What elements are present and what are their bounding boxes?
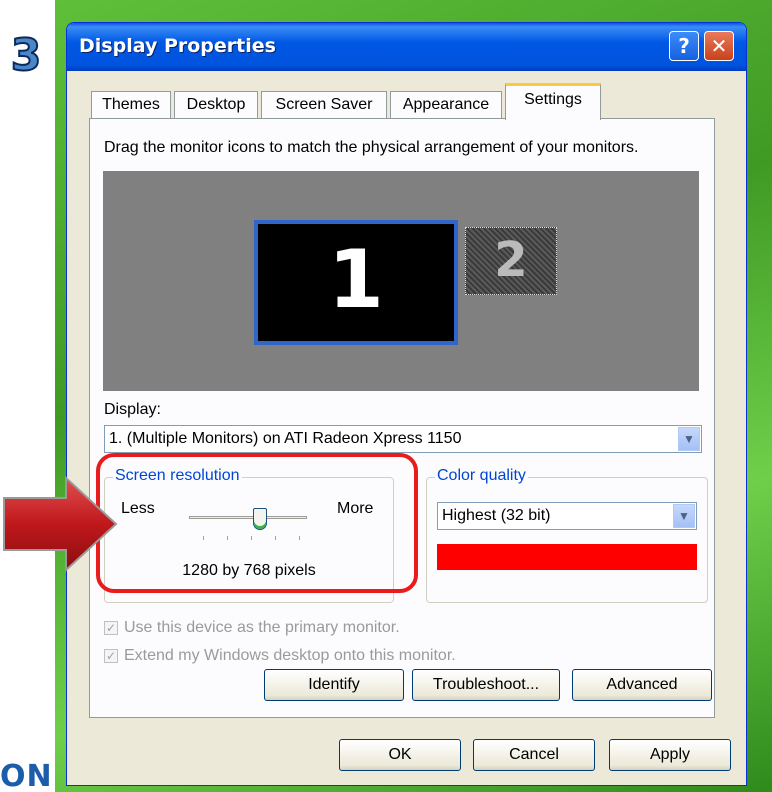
- title-bar[interactable]: Display Properties ? ✕: [67, 23, 746, 71]
- pointer-arrow-icon: [3, 476, 118, 572]
- primary-monitor-label: Use this device as the primary monitor.: [124, 619, 400, 636]
- display-label: Display:: [104, 401, 161, 418]
- primary-monitor-checkbox[interactable]: ✓: [104, 621, 118, 635]
- step-number: 3: [10, 29, 43, 82]
- chevron-down-icon[interactable]: ▼: [678, 427, 700, 451]
- window-title: Display Properties: [79, 35, 276, 57]
- color-spectrum-bar: [437, 544, 697, 570]
- color-quality-group: Color quality Highest (32 bit) ▼: [426, 467, 708, 603]
- settings-panel: Drag the monitor icons to match the phys…: [89, 118, 715, 718]
- identify-button[interactable]: Identify: [264, 669, 404, 701]
- display-dropdown[interactable]: 1. (Multiple Monitors) on ATI Radeon Xpr…: [104, 425, 702, 453]
- display-dropdown-value: 1. (Multiple Monitors) on ATI Radeon Xpr…: [109, 430, 462, 447]
- color-quality-value: Highest (32 bit): [442, 507, 551, 524]
- extend-desktop-checkbox[interactable]: ✓: [104, 649, 118, 663]
- chevron-down-icon[interactable]: ▼: [673, 504, 695, 528]
- monitor-2-label: 2: [494, 232, 528, 288]
- cancel-button[interactable]: Cancel: [473, 739, 595, 771]
- tab-settings[interactable]: Settings: [505, 83, 601, 120]
- advanced-button[interactable]: Advanced: [572, 669, 712, 701]
- monitor-arrangement-area: 1 2: [103, 171, 699, 391]
- monitor-2-icon[interactable]: 2: [465, 227, 557, 295]
- monitor-1-label: 1: [328, 233, 384, 326]
- monitor-1-icon[interactable]: 1: [254, 220, 458, 345]
- tab-desktop[interactable]: Desktop: [174, 91, 258, 118]
- color-quality-legend: Color quality: [435, 467, 528, 485]
- display-properties-window: Display Properties ? ✕ Themes Desktop Sc…: [66, 22, 747, 786]
- help-button[interactable]: ?: [669, 31, 699, 61]
- monitor-instruction: Drag the monitor icons to match the phys…: [104, 139, 639, 156]
- color-quality-dropdown[interactable]: Highest (32 bit) ▼: [437, 502, 697, 530]
- extend-desktop-label: Extend my Windows desktop onto this moni…: [124, 647, 456, 664]
- tab-appearance[interactable]: Appearance: [390, 91, 502, 118]
- brand-logo-fragment: ON: [0, 762, 53, 792]
- ok-button[interactable]: OK: [339, 739, 461, 771]
- apply-button[interactable]: Apply: [609, 739, 731, 771]
- screen-resolution-highlight: [96, 453, 418, 593]
- tab-screen-saver[interactable]: Screen Saver: [261, 91, 387, 118]
- tab-themes[interactable]: Themes: [91, 91, 171, 118]
- troubleshoot-button[interactable]: Troubleshoot...: [412, 669, 560, 701]
- close-button[interactable]: ✕: [704, 31, 734, 61]
